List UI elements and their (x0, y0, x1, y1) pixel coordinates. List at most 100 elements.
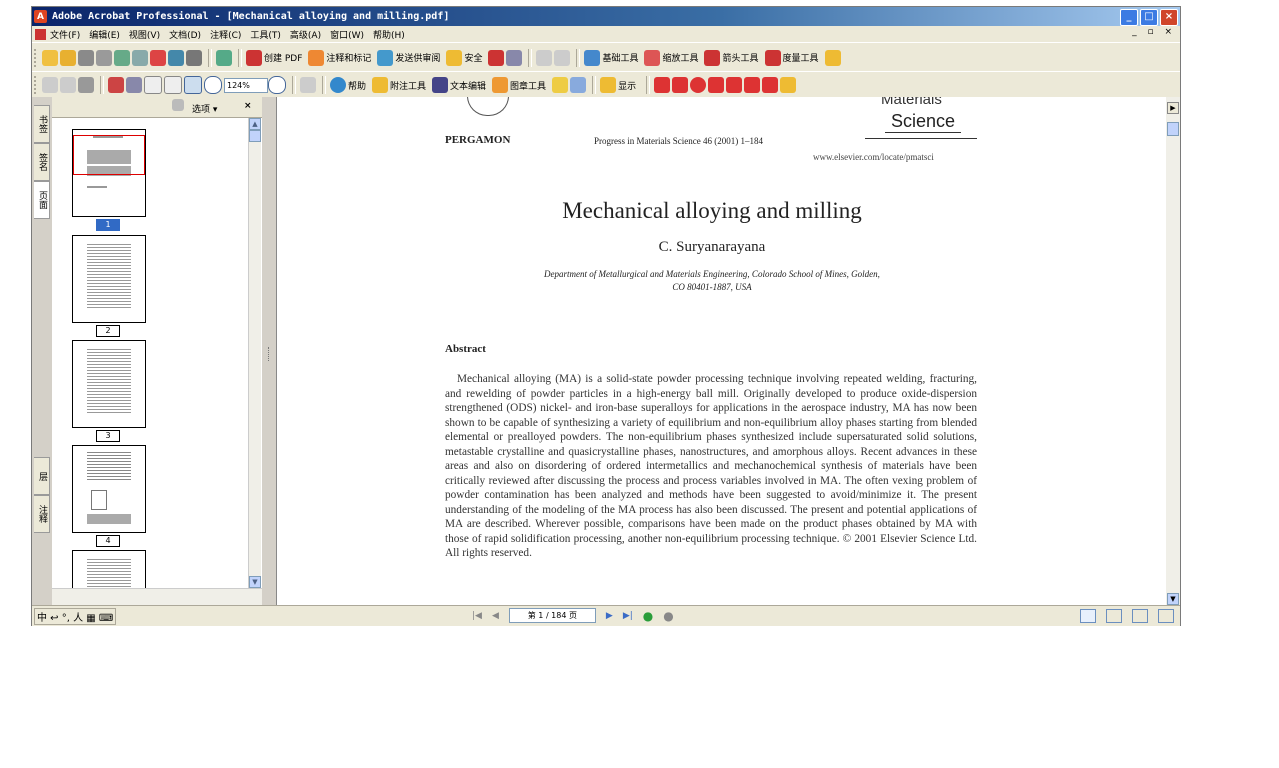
menu-document[interactable]: 文档(D) (169, 28, 201, 41)
marquee-zoom-icon[interactable] (108, 77, 124, 93)
select-tool-icon[interactable] (60, 77, 76, 93)
scroll-down-arrow[interactable]: ▼ (1167, 593, 1179, 605)
fit-width-icon[interactable] (184, 76, 202, 94)
line-icon[interactable] (708, 77, 725, 93)
rotate-icon[interactable] (300, 77, 316, 93)
globe-icon[interactable] (168, 49, 184, 66)
fit-page-icon[interactable] (164, 76, 182, 94)
panel-close-button[interactable]: × (244, 101, 252, 111)
highlight-icon[interactable] (552, 77, 569, 93)
hand-tool-icon[interactable] (42, 77, 58, 93)
snapshot-icon[interactable] (78, 77, 94, 93)
panel-splitter[interactable] (262, 97, 276, 605)
zoom-in-circle-icon[interactable] (268, 76, 286, 94)
oval-icon[interactable] (690, 77, 707, 93)
tab-comments[interactable]: 注释 (34, 495, 50, 533)
tab-layers[interactable]: 层 (34, 457, 50, 495)
panel-toggle-arrow-icon[interactable]: ▶ (1167, 102, 1179, 114)
go-forward-icon[interactable]: ● (663, 609, 673, 623)
stamp-tools-button[interactable]: 图章工具 (492, 77, 546, 93)
maximize-button[interactable]: □ (1140, 9, 1158, 26)
toolbar-grip[interactable] (34, 76, 39, 94)
scroll-thumb[interactable] (249, 130, 261, 142)
page-thumbnail-1[interactable] (72, 129, 146, 217)
next-page-icon[interactable]: ▶ (606, 611, 613, 621)
zoom-level-field[interactable]: 124% (224, 77, 268, 93)
arrow-small-icon[interactable] (536, 49, 553, 66)
menu-tools[interactable]: 工具(T) (250, 28, 281, 41)
last-page-icon[interactable]: ▶| (623, 611, 633, 621)
trash-icon[interactable] (172, 99, 184, 111)
view-rectangle[interactable] (73, 135, 145, 175)
pdf-icon[interactable] (150, 49, 166, 66)
annotate-button[interactable]: 注释和标记 (308, 49, 371, 66)
attach-file-icon[interactable] (570, 77, 587, 93)
document-icon[interactable] (35, 28, 46, 40)
basic-tools-button[interactable]: 基础工具 (584, 49, 638, 66)
page-thumbnail-2[interactable] (72, 235, 146, 323)
menu-edit[interactable]: 编辑(E) (89, 28, 120, 41)
text-edit-button[interactable]: 文本编辑 (432, 77, 486, 93)
upload-icon[interactable] (216, 49, 232, 66)
rectangle-icon[interactable] (672, 77, 689, 93)
open-folder-icon[interactable] (42, 49, 58, 66)
pen-icon[interactable] (762, 77, 779, 93)
scroll-down-arrow[interactable]: ▼ (249, 576, 261, 588)
pencil-icon[interactable] (654, 77, 671, 93)
document-scrollbar[interactable]: ▶ ▼ (1166, 97, 1180, 605)
form-icon[interactable] (506, 49, 523, 66)
send-review-button[interactable]: 发送供审阅 (377, 49, 440, 66)
menu-advanced[interactable]: 高级(A) (290, 28, 321, 41)
thumbnail-scrollbar[interactable]: ▲ ▼ (248, 118, 261, 588)
attach-icon[interactable] (132, 49, 148, 66)
facing-view-icon[interactable] (1132, 609, 1148, 623)
document-view[interactable]: PERGAMON Progress in Materials Science 4… (276, 97, 1167, 605)
menu-view[interactable]: 视图(V) (129, 28, 160, 41)
tab-bookmarks[interactable]: 书签 (34, 105, 50, 143)
options-menu[interactable]: 选项 ▾ (192, 102, 217, 115)
menu-file[interactable]: 文件(F) (50, 28, 80, 41)
menu-comments[interactable]: 注释(C) (210, 28, 241, 41)
email-icon[interactable] (114, 49, 130, 66)
ime-status[interactable]: 中 ↩ °, 人 ▦ ⌨ (37, 609, 113, 624)
single-page-view-icon[interactable] (1080, 609, 1096, 623)
tab-pages[interactable]: 页面 (34, 181, 50, 219)
menu-window[interactable]: 窗口(W) (330, 28, 364, 41)
document-window-controls[interactable]: _ ▫ × (1132, 27, 1176, 37)
close-button[interactable]: × (1160, 9, 1178, 26)
toolbar-grip[interactable] (34, 48, 39, 67)
page-thumbnail-3[interactable] (72, 340, 146, 428)
zoom-out-icon[interactable] (204, 76, 222, 94)
sign-icon[interactable] (488, 49, 505, 66)
help-button[interactable]: 帮助 (330, 77, 366, 93)
polygon-icon[interactable] (726, 77, 743, 93)
continuous-facing-view-icon[interactable] (1158, 609, 1174, 623)
previous-page-icon[interactable]: ◀ (492, 611, 499, 621)
continuous-view-icon[interactable] (1106, 609, 1122, 623)
create-pdf-button[interactable]: 创建 PDF (246, 49, 302, 66)
zoom-in-icon[interactable] (126, 77, 142, 93)
text-box-icon[interactable] (824, 49, 841, 66)
zoom-tools-button[interactable]: 缩放工具 (644, 49, 698, 66)
menu-help[interactable]: 帮助(H) (373, 28, 405, 41)
cloud-icon[interactable] (744, 77, 761, 93)
actual-size-icon[interactable] (144, 76, 162, 94)
show-button[interactable]: 显示 (600, 77, 636, 93)
secure-button[interactable]: 安全 (446, 49, 482, 66)
first-page-icon[interactable]: |◀ (472, 611, 482, 621)
page-thumbnail-4[interactable] (72, 445, 146, 533)
page-number-field[interactable]: 第 1 / 184 页 (508, 608, 596, 623)
scroll-up-arrow[interactable]: ▲ (249, 118, 261, 130)
tab-signatures[interactable]: 签名 (34, 143, 50, 181)
eraser-icon[interactable] (780, 77, 797, 93)
page-thumbnail-5[interactable] (72, 550, 146, 588)
scroll-up-arrow[interactable] (1167, 122, 1179, 136)
print-icon[interactable] (96, 49, 112, 66)
go-back-icon[interactable]: ● (643, 609, 653, 623)
acrobat-app-icon[interactable]: A (34, 10, 47, 23)
save-icon[interactable] (78, 49, 94, 66)
thumbnail-horizontal-scrollbar[interactable] (52, 588, 262, 605)
minimize-button[interactable]: _ (1120, 9, 1138, 26)
search-icon[interactable] (186, 49, 202, 66)
ime-toolbar[interactable]: 中 ↩ °, 人 ▦ ⌨ (34, 607, 117, 625)
